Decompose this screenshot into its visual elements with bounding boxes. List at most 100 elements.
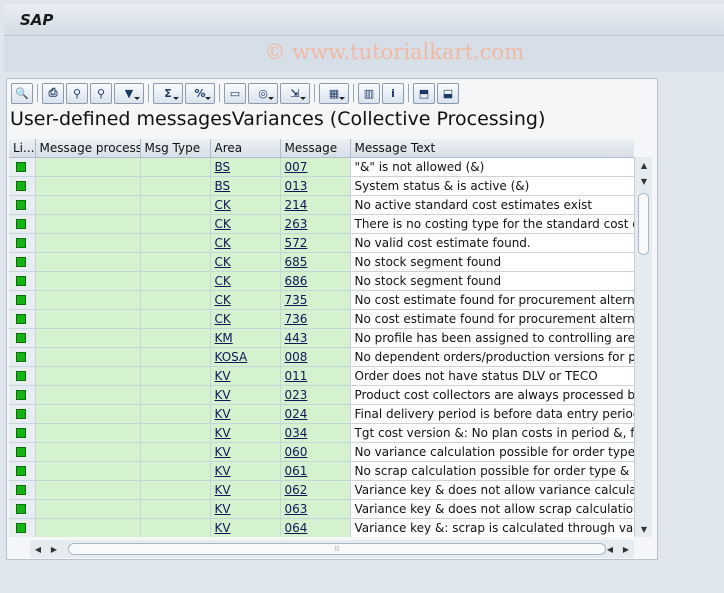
message-link[interactable]: 024 — [285, 407, 308, 421]
message-cell[interactable]: 011 — [280, 366, 351, 386]
message-cell[interactable]: 572 — [280, 233, 351, 253]
msg-type-cell[interactable] — [140, 252, 211, 272]
horizontal-scroll-track[interactable]: ⁞⁞ — [66, 542, 606, 556]
message-process-cell[interactable] — [35, 385, 141, 405]
msg-type-cell[interactable] — [140, 214, 211, 234]
message-process-cell[interactable] — [35, 499, 141, 519]
message-link[interactable]: 685 — [285, 255, 308, 269]
message-process-cell[interactable] — [35, 328, 141, 348]
total-button[interactable]: Σ — [153, 82, 183, 104]
msg-type-cell[interactable] — [140, 423, 211, 443]
expand-button[interactable]: ⬒ — [413, 82, 435, 104]
find-button[interactable]: ⚲ — [66, 82, 88, 104]
scroll-down-icon[interactable]: ▼ — [636, 173, 652, 189]
col-header-message-text[interactable]: Message Text — [350, 139, 634, 158]
message-cell[interactable]: 034 — [280, 423, 351, 443]
area-cell[interactable]: KOSA — [210, 347, 281, 367]
message-process-cell[interactable] — [35, 290, 141, 310]
message-link[interactable]: 023 — [285, 388, 308, 402]
msg-type-cell[interactable] — [140, 271, 211, 291]
message-link[interactable]: 214 — [285, 198, 308, 212]
message-link[interactable]: 008 — [285, 350, 308, 364]
message-cell[interactable]: 735 — [280, 290, 351, 310]
message-link[interactable]: 686 — [285, 274, 308, 288]
message-link[interactable]: 060 — [285, 445, 308, 459]
message-process-cell[interactable] — [35, 214, 141, 234]
col-header-message[interactable]: Message — [280, 139, 351, 158]
message-link[interactable]: 443 — [285, 331, 308, 345]
layout-button[interactable]: ▦ — [319, 82, 349, 104]
message-link[interactable]: 011 — [285, 369, 308, 383]
table-row[interactable]: KV 060 No variance calculation possible fo… — [9, 442, 634, 462]
views-button[interactable]: ◎ — [248, 82, 278, 104]
subtotal-button[interactable]: % — [185, 82, 215, 104]
message-process-cell[interactable] — [35, 195, 141, 215]
message-link[interactable]: 263 — [285, 217, 308, 231]
area-cell[interactable]: KV — [210, 499, 281, 519]
message-process-cell[interactable] — [35, 518, 141, 537]
print-preview-button[interactable]: ▭ — [224, 82, 246, 104]
msg-type-cell[interactable] — [140, 385, 211, 405]
message-process-cell[interactable] — [35, 442, 141, 462]
message-cell[interactable]: 736 — [280, 309, 351, 329]
find-next-button[interactable]: ⚲ — [90, 82, 112, 104]
msg-type-cell[interactable] — [140, 499, 211, 519]
msg-type-cell[interactable] — [140, 366, 211, 386]
table-row[interactable]: CK 263 There is no costing type for the st… — [9, 214, 634, 234]
table-row[interactable]: KOSA 008 No dependent orders/production ve… — [9, 347, 634, 367]
message-process-cell[interactable] — [35, 461, 141, 481]
vertical-scroll-thumb[interactable] — [638, 193, 649, 255]
table-row[interactable]: KV 024 Final delivery period is before dat… — [9, 404, 634, 424]
print-button[interactable]: ⎙ — [42, 82, 64, 104]
msg-type-cell[interactable] — [140, 195, 211, 215]
msg-type-cell[interactable] — [140, 442, 211, 462]
graphic-button[interactable]: ▥ — [358, 82, 380, 104]
area-cell[interactable]: KV — [210, 442, 281, 462]
area-link[interactable]: CK — [215, 236, 231, 250]
area-link[interactable]: KV — [215, 407, 231, 421]
area-cell[interactable]: KV — [210, 385, 281, 405]
message-cell[interactable]: 685 — [280, 252, 351, 272]
area-link[interactable]: KM — [215, 331, 233, 345]
msg-type-cell[interactable] — [140, 480, 211, 500]
message-cell[interactable]: 063 — [280, 499, 351, 519]
area-link[interactable]: BS — [215, 160, 231, 174]
area-cell[interactable]: KV — [210, 423, 281, 443]
area-link[interactable]: KV — [215, 388, 231, 402]
message-process-cell[interactable] — [35, 423, 141, 443]
area-link[interactable]: BS — [215, 179, 231, 193]
msg-type-cell[interactable] — [140, 309, 211, 329]
message-cell[interactable]: 064 — [280, 518, 351, 537]
scroll-right-icon[interactable]: ▶ — [46, 541, 62, 557]
message-cell[interactable]: 024 — [280, 404, 351, 424]
message-cell[interactable]: 060 — [280, 442, 351, 462]
message-link[interactable]: 061 — [285, 464, 308, 478]
message-cell[interactable]: 008 — [280, 347, 351, 367]
msg-type-cell[interactable] — [140, 518, 211, 537]
horizontal-scrollbar[interactable]: ◀ ▶ ⁞⁞ ◀ ▶ — [30, 540, 634, 558]
table-row[interactable]: CK 685 No stock segment found — [9, 252, 634, 272]
area-link[interactable]: CK — [215, 312, 231, 326]
collapse-button[interactable]: ⬓ — [437, 82, 459, 104]
table-row[interactable]: CK 735 No cost estimate found for procurem… — [9, 290, 634, 310]
message-link[interactable]: 735 — [285, 293, 308, 307]
area-link[interactable]: KV — [215, 521, 231, 535]
area-link[interactable]: KOSA — [215, 350, 248, 364]
table-row[interactable]: KV 063 Variance key & does not allow scrap… — [9, 499, 634, 519]
area-link[interactable]: KV — [215, 464, 231, 478]
message-link[interactable]: 062 — [285, 483, 308, 497]
col-header-area[interactable]: Area — [210, 139, 281, 158]
scroll-up-icon[interactable]: ▲ — [636, 157, 652, 173]
message-link[interactable]: 736 — [285, 312, 308, 326]
area-cell[interactable]: CK — [210, 214, 281, 234]
table-row[interactable]: KV 011 Order does not have status DLV or T… — [9, 366, 634, 386]
message-process-cell[interactable] — [35, 176, 141, 196]
export-button[interactable]: ⇲ — [280, 82, 310, 104]
message-cell[interactable]: 443 — [280, 328, 351, 348]
area-link[interactable]: CK — [215, 198, 231, 212]
col-header-msg-type[interactable]: Msg Type — [140, 139, 211, 158]
message-cell[interactable]: 023 — [280, 385, 351, 405]
message-link[interactable]: 572 — [285, 236, 308, 250]
message-cell[interactable]: 263 — [280, 214, 351, 234]
msg-type-cell[interactable] — [140, 404, 211, 424]
